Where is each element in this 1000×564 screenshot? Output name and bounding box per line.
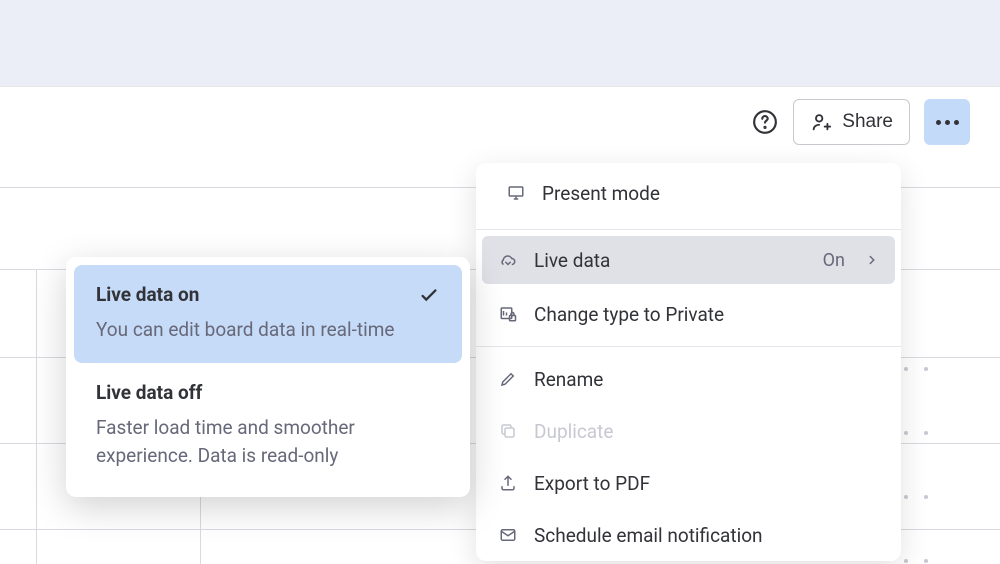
menu-item-label: Schedule email notification: [534, 524, 879, 547]
menu-item-export-pdf[interactable]: Export to PDF: [476, 457, 901, 509]
check-icon: [418, 284, 440, 306]
mail-icon: [498, 525, 518, 545]
cloud-sync-icon: [498, 250, 518, 270]
chevron-right-icon: [865, 253, 879, 267]
dot-icon: [954, 120, 959, 125]
presentation-icon: [506, 183, 526, 203]
submenu-option-desc: You can edit board data in real-time: [96, 316, 396, 345]
live-data-submenu: Live data on You can edit board data in …: [66, 257, 470, 497]
menu-item-label: Change type to Private: [534, 303, 879, 326]
menu-item-duplicate: Duplicate: [476, 405, 901, 457]
menu-divider: [476, 346, 901, 347]
menu-item-label: Rename: [534, 368, 879, 391]
menu-item-present-mode[interactable]: Present mode: [476, 163, 901, 223]
menu-divider: [476, 229, 901, 230]
share-label: Share: [842, 111, 893, 133]
submenu-option-title: Live data off: [96, 381, 202, 404]
help-icon: [752, 109, 778, 135]
help-button[interactable]: [751, 108, 779, 136]
export-icon: [498, 473, 518, 493]
menu-item-change-type[interactable]: Change type to Private: [476, 288, 901, 340]
topbar: Share: [0, 87, 1000, 157]
menu-item-label: Live data: [534, 249, 807, 272]
copy-icon: [498, 421, 518, 441]
menu-item-label: Present mode: [542, 182, 871, 205]
pencil-icon: [498, 369, 518, 389]
more-options-button[interactable]: [924, 99, 970, 145]
submenu-option-off[interactable]: Live data off Faster load time and smoot…: [74, 363, 462, 489]
submenu-option-desc: Faster load time and smoother experience…: [96, 414, 396, 471]
dot-icon: [945, 120, 950, 125]
person-plus-icon: [810, 111, 832, 133]
menu-item-status: On: [823, 250, 845, 271]
dot-icon: [936, 120, 941, 125]
menu-item-rename[interactable]: Rename: [476, 353, 901, 405]
more-options-menu: Present mode Live data On Change type to…: [476, 163, 901, 561]
share-button[interactable]: Share: [793, 99, 910, 145]
menu-item-label: Duplicate: [534, 420, 879, 443]
board-lock-icon: [498, 304, 518, 324]
submenu-option-title: Live data on: [96, 283, 199, 306]
menu-item-live-data[interactable]: Live data On: [482, 236, 895, 284]
menu-item-schedule-email[interactable]: Schedule email notification: [476, 509, 901, 561]
submenu-option-on[interactable]: Live data on You can edit board data in …: [74, 265, 462, 363]
menu-item-label: Export to PDF: [534, 472, 879, 495]
